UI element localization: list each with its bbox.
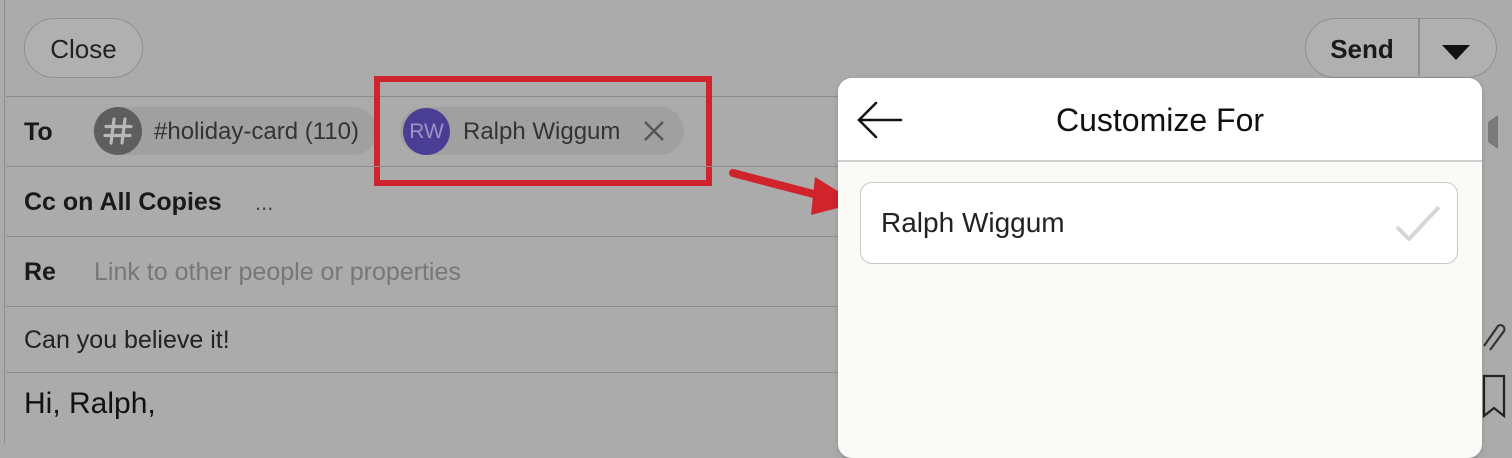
send-button[interactable]: Send [1306, 34, 1418, 65]
divider [6, 166, 838, 167]
hashtag-icon [94, 107, 142, 155]
send-button-group: Send [1305, 18, 1497, 78]
recipient-chip-holiday-card[interactable]: #holiday-card (110) [93, 107, 377, 155]
speaker-icon [1488, 115, 1498, 149]
close-button[interactable]: Close [24, 18, 143, 78]
customize-for-panel: Customize For Ralph Wiggum [838, 78, 1482, 458]
panel-header: Customize For [838, 78, 1482, 160]
message-body[interactable]: Hi, Ralph, [24, 387, 156, 421]
panel-title: Customize For [1055, 102, 1265, 138]
divider [6, 236, 838, 237]
bookmark-icon [1482, 374, 1506, 419]
checkmark-icon [1395, 205, 1441, 241]
paperclip-icon [1483, 324, 1506, 351]
send-options-dropdown[interactable] [1420, 19, 1496, 76]
recipient-chip-label: #holiday-card (110) [154, 118, 359, 145]
close-button-label: Close [50, 34, 117, 64]
cc-label: Cc on All Copies [24, 188, 222, 216]
subject-field[interactable]: Can you believe it! [24, 326, 230, 355]
customize-option[interactable]: Ralph Wiggum [860, 182, 1458, 264]
panel-header-divider [838, 160, 1482, 162]
re-label: Re [24, 258, 56, 286]
annotation-highlight-box [374, 76, 712, 186]
divider [6, 372, 838, 373]
cc-value[interactable]: ... [255, 190, 273, 216]
chevron-down-icon [1442, 45, 1470, 60]
divider [6, 306, 838, 307]
window-left-border [4, 0, 5, 444]
to-label: To [24, 118, 53, 146]
customize-option-label: Ralph Wiggum [881, 207, 1065, 238]
re-input[interactable]: Link to other people or properties [94, 258, 461, 287]
